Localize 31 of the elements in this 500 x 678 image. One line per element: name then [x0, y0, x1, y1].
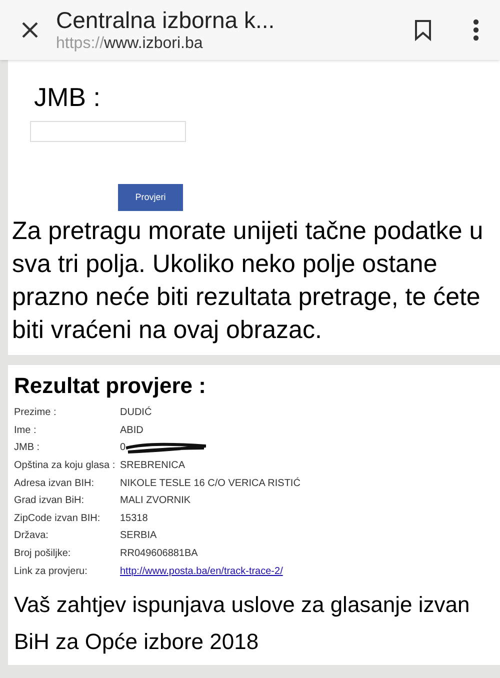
result-message: Vaš zahtjev ispunjava uslove za glasanje izvan BiH za Opće izbore 2018	[14, 590, 471, 656]
page-title: Centralna izborna k...	[56, 6, 276, 34]
field-value: RR049606881BA	[120, 547, 198, 562]
field-label: Država:	[14, 529, 50, 544]
field-value: SERBIA	[120, 529, 157, 544]
field-value: NIKOLE TESLE 16 C/O VERICA RISTIĆ	[120, 476, 300, 491]
field-value: 15318	[120, 512, 148, 526]
field-label: Grad izvan BiH:	[14, 494, 86, 508]
field-label: Ime :	[14, 424, 38, 438]
field-label: Adresa izvan BIH:	[14, 476, 96, 491]
url-text: https://www.izbori.ba	[56, 34, 204, 54]
notice-text: Za pretragu morate unijeti tačne podatke u sva tri polja. Ukoliko neko polje ostane prazno neće biti rezultata pretrage, te ćete biti vraćeni na ovaj obrazac.	[12, 216, 484, 346]
bookmark-icon[interactable]	[414, 19, 432, 41]
field-label: Prezime :	[14, 406, 58, 420]
close-icon[interactable]	[20, 20, 40, 40]
field-value: DUDIĆ	[120, 405, 152, 420]
field-label: JMB :	[14, 441, 41, 456]
tracking-link[interactable]: http://www.posta.ba/en/track-trace-2/	[120, 564, 283, 579]
jmb-input[interactable]	[30, 121, 186, 142]
field-label: ZipCode izvan BIH:	[14, 512, 102, 526]
more-icon[interactable]	[472, 18, 480, 42]
field-label: Opština za koju glasa :	[14, 459, 116, 474]
field-value: ABID	[120, 424, 144, 438]
field-label: Link za provjeru:	[14, 564, 88, 579]
field-label: Broj pošiljke:	[14, 547, 72, 562]
field-value: MALI ZVORNIK	[120, 494, 191, 508]
field-value: 0	[120, 441, 126, 456]
field-label: JMB :	[34, 81, 102, 114]
check-button[interactable]: Provjeri	[118, 184, 183, 211]
result-heading: Rezultat provjere :	[14, 372, 207, 400]
field-value: SREBRENICA	[120, 459, 186, 474]
